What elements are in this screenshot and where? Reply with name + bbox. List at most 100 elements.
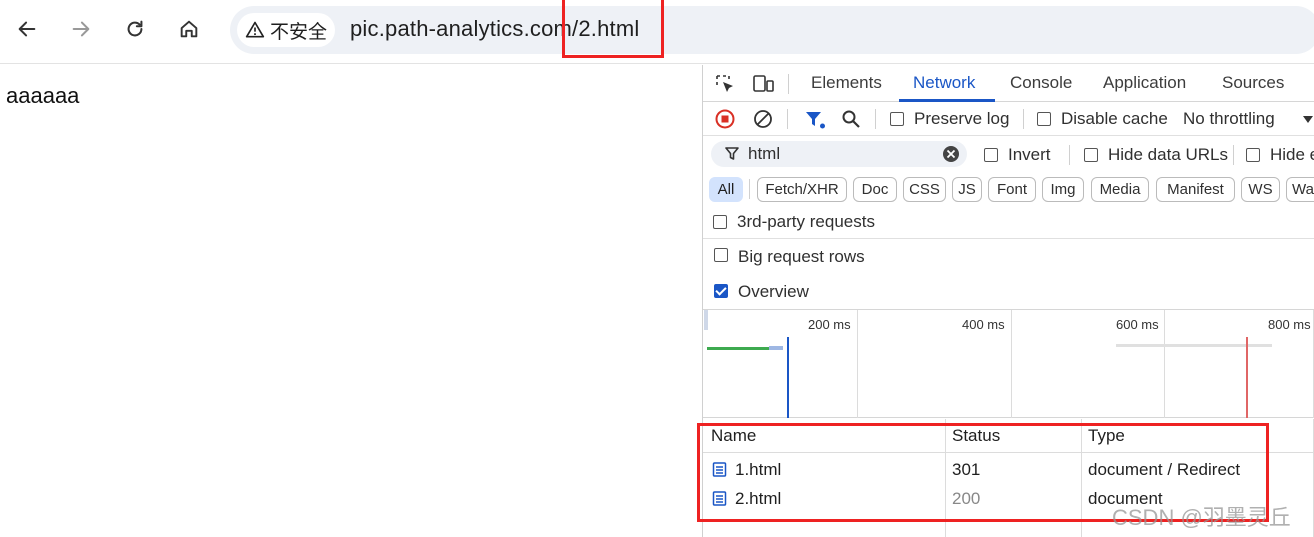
page-body-text: aaaaaa [6,83,80,108]
overview-handle-left[interactable] [704,310,708,330]
disable-cache-checkbox[interactable] [1037,112,1051,126]
overview-row: Overview [703,275,1314,310]
request-bar-1-download [769,346,783,350]
hide-data-urls-checkbox[interactable] [1084,148,1098,162]
column-header-status[interactable]: Status [952,426,1000,446]
overview-label: Overview [738,282,809,301]
request-name: 1.html [735,460,782,479]
reload-button[interactable] [118,12,152,46]
tick-label: 400 ms [962,317,1005,332]
funnel-icon [725,147,739,160]
hide-extension-checkbox[interactable] [1246,148,1260,162]
home-button[interactable] [172,12,206,46]
tabbar-separator [788,74,789,94]
address-bar[interactable]: 不安全 pic.path-analytics.com/2.html [230,6,1314,54]
column-header-name[interactable]: Name [711,426,756,446]
devtools-tabbar: Elements Network Console Application Sou… [703,65,1314,102]
invert-checkbox[interactable] [984,148,998,162]
preserve-log-label: Preserve log [914,109,1010,128]
request-status: 200 [952,489,981,508]
filter-icon[interactable] [804,110,826,130]
inspect-element-icon[interactable] [715,74,735,94]
big-rows-row: Big request rows [703,239,1314,275]
hide-extension-label: Hide e [1270,145,1314,164]
type-chip-ws[interactable]: WS [1241,177,1280,202]
request-bar-2 [1116,344,1272,347]
document-icon [712,462,727,477]
device-toolbar-icon[interactable] [753,74,775,94]
chip-separator [749,179,750,199]
table-header: Name Status Type [703,419,1314,453]
tick-label: 600 ms [1116,317,1159,332]
security-chip[interactable]: 不安全 [237,13,335,47]
toolbar-separator [875,109,876,129]
type-chip-wasm[interactable]: Wa [1286,177,1314,202]
warning-icon [245,21,265,38]
home-icon [180,20,198,38]
request-type: document / Redirect [1088,460,1241,479]
tick-label: 200 ms [808,317,851,332]
forward-button[interactable] [64,12,98,46]
toolbar-separator [1023,109,1024,129]
request-status: 301 [952,460,981,479]
tab-console[interactable]: Console [1010,73,1072,93]
disable-cache-label: Disable cache [1061,109,1168,128]
column-header-type[interactable]: Type [1088,426,1125,446]
chevron-down-icon[interactable] [1303,116,1313,124]
type-chip-manifest[interactable]: Manifest [1156,177,1235,202]
type-chip-doc[interactable]: Doc [853,177,897,202]
dom-content-loaded-marker [787,337,789,418]
third-party-label: 3rd-party requests [737,212,875,231]
browser-toolbar: 不安全 pic.path-analytics.com/2.html [0,0,1314,64]
table-row[interactable]: 1.html 301 document / Redirect [703,455,1314,484]
arrow-right-icon [72,21,90,37]
overview-gridline [1011,310,1012,418]
clear-filter-icon[interactable] [942,145,960,163]
toolbar-separator [787,109,788,129]
throttling-select[interactable]: No throttling [1183,109,1275,129]
security-label: 不安全 [270,21,328,43]
third-party-checkbox[interactable] [713,215,727,229]
third-party-row: 3rd-party requests [703,206,1314,239]
document-icon [712,491,727,506]
record-stop-icon[interactable] [715,109,735,129]
request-bar-1 [707,347,769,350]
clear-icon[interactable] [753,109,773,129]
filter-row: html Invert Hide data URLs Hide e [703,136,1314,172]
filter-value: html [748,144,781,163]
type-chip-img[interactable]: Img [1042,177,1084,202]
type-chip-font[interactable]: Font [988,177,1036,202]
type-chip-css[interactable]: CSS [903,177,946,202]
type-chip-all[interactable]: All [709,177,743,202]
tab-elements[interactable]: Elements [811,73,882,93]
request-name: 2.html [735,489,782,508]
tab-application[interactable]: Application [1103,73,1186,93]
tick-label: 800 ms [1268,317,1311,332]
resource-type-filters: All Fetch/XHR Doc CSS JS Font Img Media … [703,172,1314,206]
filter-separator [1069,145,1070,165]
tab-network[interactable]: Network [913,73,975,93]
filter-input[interactable]: html [711,141,967,167]
search-icon[interactable] [841,109,861,129]
back-button[interactable] [10,12,44,46]
tab-sources[interactable]: Sources [1222,73,1284,93]
load-event-marker [1246,337,1248,418]
preserve-log-checkbox[interactable] [890,112,904,126]
overview-gridline [857,310,858,418]
overview-gridline [1164,310,1165,418]
invert-label: Invert [1008,145,1051,164]
type-chip-fetch-xhr[interactable]: Fetch/XHR [757,177,847,202]
type-chip-media[interactable]: Media [1091,177,1149,202]
hide-data-urls-label: Hide data URLs [1108,145,1229,164]
url-text[interactable]: pic.path-analytics.com/2.html [350,16,639,42]
big-rows-label: Big request rows [738,247,865,266]
devtools-panel: Elements Network Console Application Sou… [702,65,1314,537]
watermark: CSDN @羽墨灵丘 [1112,505,1291,530]
big-rows-checkbox[interactable] [714,248,728,262]
overview-checkbox[interactable] [714,284,728,298]
network-overview-timeline[interactable]: 200 ms 400 ms 600 ms 800 ms [703,310,1314,418]
arrow-left-icon [18,21,36,37]
reload-icon [127,20,143,37]
type-chip-js[interactable]: JS [952,177,982,202]
page-viewport: aaaaaa [0,65,702,537]
